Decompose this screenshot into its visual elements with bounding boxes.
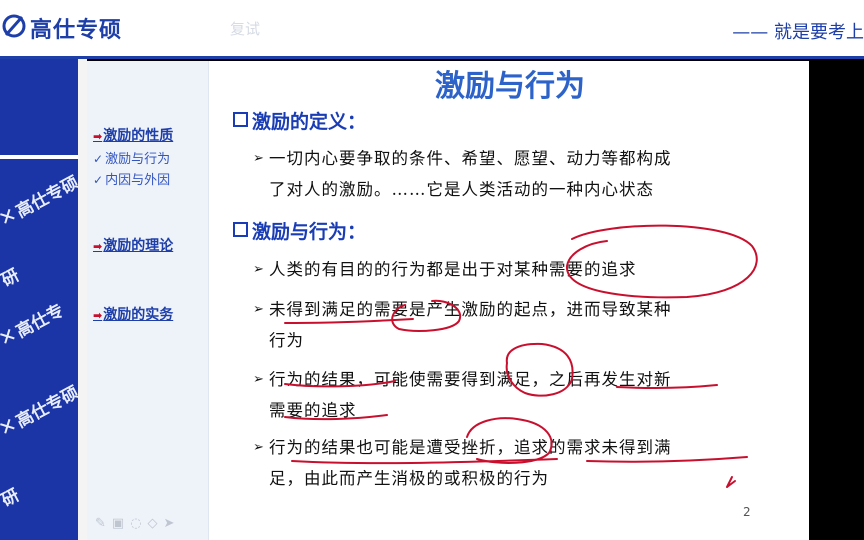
bullet-arrow-icon: ➢ [253,151,265,166]
watermark-text: ✕高仕专硕 [0,172,78,232]
slide-title: 激励与行为 [435,69,585,104]
faded-header-text: 复试 [230,20,261,38]
bullet-purpose: ➢ 人类的有目的的行为都是出于对某种需要的追求 [253,254,769,285]
bullet-arrow-icon: ➢ [253,302,265,317]
watermark-text: 研 [0,265,23,292]
section-heading-definition: 激励的定义： [233,107,366,134]
slide-canvas: ➡激励的性质 ✓ 激励与行为 ✓ 内因与外因 ➡激励的理论 ➡激励的实务 激励与行为… [87,61,809,540]
eraser-icon[interactable]: ◇ [148,516,164,531]
nav-item-practice[interactable]: ➡激励的实务 [93,304,173,324]
checkbox-icon [233,112,248,127]
header-divider [0,56,864,59]
slogan: —— 就是要考上 [732,22,864,43]
bullet-arrow-icon: ➢ [253,372,265,387]
slides-icon[interactable]: ▣ [112,516,130,531]
nav-item-nature[interactable]: ➡激励的性质 [93,125,173,145]
section-heading-behavior: 激励与行为： [233,217,366,244]
watermark-text: ✕高仕专 [0,300,68,352]
left-watermark-panel: ✕高仕专硕 研 ✕高仕专 ✕高仕专硕 研 [0,59,78,540]
brand-logo-icon [2,14,26,38]
slideshow-toolbar: ✎▣◌◇➤ [95,516,180,538]
bullet-arrow-icon: ➢ [253,440,265,455]
slide-nav: ➡激励的性质 ✓ 激励与行为 ✓ 内因与外因 ➡激励的理论 ➡激励的实务 [87,61,209,540]
pen-icon[interactable]: ✎ [95,516,112,531]
right-black-bar [809,59,864,540]
chat-icon[interactable]: ◌ [130,516,147,531]
watermark-text: 研 [0,485,23,512]
panel-divider [0,155,78,159]
page-number: 2 [743,505,751,519]
bullet-starting-point: ➢ 未得到满足的需要是产生激励的起点，进而导致某种 行为 [253,294,769,356]
panel-gap [78,59,87,540]
brand-name: 高仕专硕 [30,18,123,43]
nav-subitem-behavior[interactable]: ✓ 激励与行为 [93,148,170,167]
nav-item-theory[interactable]: ➡激励的理论 [93,235,173,255]
nav-subitem-factors[interactable]: ✓ 内因与外因 [93,169,170,188]
pointer-icon[interactable]: ➤ [164,516,181,531]
watermark-text: ✕高仕专硕 [0,382,78,442]
bullet-result-frustrated: ➢ 行为的结果也可能是遭受挫折，追求的需求未得到满 足，由此而产生消极的或积极的… [253,432,769,494]
bullet-arrow-icon: ➢ [253,262,265,277]
bullet-definition: ➢ 一切内心要争取的条件、希望、愿望、动力等都构成 了对人的激励。……它是人类活… [253,143,769,205]
bullet-result-satisfied: ➢ 行为的结果，可能使需要得到满足，之后再发生对新 需要的追求 [253,364,769,426]
top-header: 高仕专硕 复试 —— 就是要考上 [0,0,864,59]
checkbox-icon [233,222,248,237]
